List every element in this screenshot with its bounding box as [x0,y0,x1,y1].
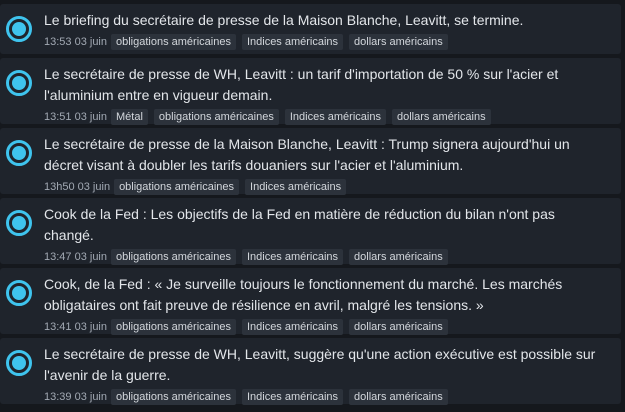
news-tag[interactable]: obligations américaines [153,109,279,125]
news-tag[interactable]: Indices américains [284,109,386,125]
radio-dot-icon [6,70,32,96]
news-tag[interactable]: dollars américains [349,319,448,335]
news-tag[interactable]: obligations américaines [111,389,236,405]
news-headline: Cook de la Fed : Les objectifs de la Fed… [44,206,555,222]
news-content: Le secrétaire de presse de la Maison Bla… [44,134,611,197]
news-meta: 13:39 03 juin obligations américaines Indi… [44,387,611,407]
news-content: Cook, de la Fed : « Je surveille toujour… [44,274,611,337]
news-tag[interactable]: dollars américains [391,109,491,125]
news-headline: Le secrétaire de presse de WH, Leavitt :… [44,66,559,82]
news-content: Le secrétaire de presse de WH, Leavitt, … [44,344,611,407]
news-content: Le briefing du secrétaire de presse de l… [44,10,611,52]
news-timestamp: 13:51 03 juin [44,111,107,123]
news-meta: 13:41 03 juin obligations américaines Indi… [44,317,611,337]
news-item[interactable]: Cook, de la Fed : « Je surveille toujour… [0,268,621,337]
news-item[interactable]: Le secrétaire de presse de la Maison Bla… [0,128,621,197]
news-meta: 13:51 03 juin Métal obligations américaine… [44,107,611,127]
news-meta: 13h50 03 juin obligations américaines Indi… [44,177,611,197]
news-tag[interactable]: dollars américains [349,249,448,265]
news-tag[interactable]: obligations américaines [111,249,236,265]
news-headline: changé. [44,227,94,243]
news-item[interactable]: Le briefing du secrétaire de presse de l… [0,4,621,54]
news-tag[interactable]: Indices américains [241,319,344,335]
news-tag[interactable]: Indices américains [245,179,347,195]
news-item[interactable]: Le secrétaire de presse de WH, Leavitt :… [0,58,621,127]
news-tag[interactable]: obligations américaines [114,179,240,195]
news-headline: Le secrétaire de presse de WH, Leavitt, … [44,346,596,362]
news-timestamp: 13:47 03 juin [44,251,107,263]
news-content: Le secrétaire de presse de WH, Leavitt :… [44,64,611,127]
news-item[interactable]: Cook de la Fed : Les objectifs de la Fed… [0,198,621,267]
radio-dot-icon [6,280,32,306]
news-feed: Le briefing du secrétaire de presse de l… [0,0,625,412]
news-headline: obligataires ont fait preuve de résilien… [44,297,484,313]
news-timestamp: 13:41 03 juin [44,321,107,333]
news-meta: 13:47 03 juin obligations américaines Indi… [44,247,611,267]
news-meta: 13:53 03 juin obligations américaines Indi… [44,32,611,52]
news-headline: Cook, de la Fed : « Je surveille toujour… [44,276,563,292]
news-tag[interactable]: Indices américains [241,389,344,405]
radio-dot-icon [6,16,32,42]
news-headline: l'avenir de la guerre. [44,367,171,383]
news-timestamp: 13:39 03 juin [44,391,107,403]
news-timestamp: 13:53 03 juin [44,36,107,48]
news-timestamp: 13h50 03 juin [44,181,111,193]
news-item[interactable]: Le secrétaire de presse de WH, Leavitt, … [0,338,621,407]
news-headline: Le secrétaire de presse de la Maison Bla… [44,136,570,152]
news-headline: Le briefing du secrétaire de presse de l… [44,12,524,28]
news-headline: décret visant à doubler les tarifs douan… [44,157,464,173]
news-tag[interactable]: obligations américaines [111,34,236,50]
news-tag[interactable]: Indices américains [241,34,344,50]
radio-dot-icon [6,210,32,236]
radio-dot-icon [6,350,32,376]
news-tag[interactable]: dollars américains [349,389,448,405]
news-content: Cook de la Fed : Les objectifs de la Fed… [44,204,611,267]
news-tag[interactable]: dollars américains [349,34,448,50]
news-tag[interactable]: Métal [111,109,148,125]
radio-dot-icon [6,140,32,166]
news-tag[interactable]: Indices américains [241,249,344,265]
news-tag[interactable]: obligations américaines [111,319,236,335]
news-headline: l'aluminium entre en vigueur demain. [44,87,273,103]
